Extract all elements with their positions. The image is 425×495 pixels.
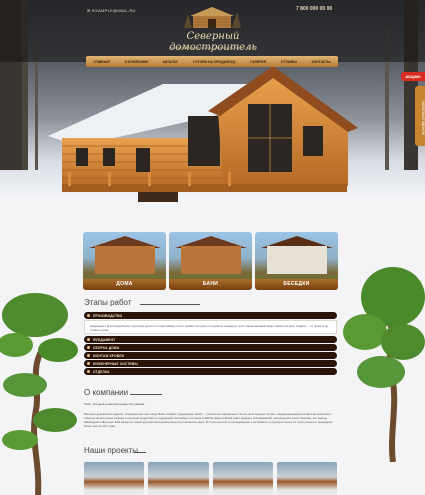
projects-gallery — [84, 462, 337, 495]
nav-item-catalog[interactable]: КАТАЛОГ — [163, 60, 179, 64]
bullet-icon — [87, 346, 90, 349]
email-link[interactable]: ✉ EXAMPLE@MAIL.RU — [87, 8, 136, 13]
stage-label: ИНЖЕНЕРНЫЕ СИСТЕМЫ — [93, 361, 138, 366]
project-card[interactable] — [212, 462, 273, 495]
tree-trunk — [35, 40, 38, 190]
promo-tab[interactable]: АКЦИИ! — [401, 72, 425, 81]
projects-heading: Наши проекты — [84, 446, 139, 455]
heading-underline — [130, 394, 162, 395]
stage-label: МОНТАЖ КРОВЛИ — [93, 353, 125, 358]
phone-number[interactable]: 7 800 000 00 00 — [296, 6, 332, 12]
callback-tab[interactable]: ОБРАТНЫЙ ЗВОНОК — [415, 86, 425, 146]
category-label: ДОМА — [83, 279, 166, 290]
category-card-saunas[interactable]: БАНИ — [169, 232, 252, 290]
stage-label: ФУНДАМЕНТ — [93, 337, 116, 342]
main-nav: ГЛАВНАЯ О КОМПАНИИ КАТАЛОГ ГОТОВО НА ПРО… — [86, 56, 338, 67]
stage-text: Надежный и всепогодный дом, в котором ую… — [90, 324, 329, 332]
nav-item-gallery[interactable]: ГАЛЕРЕЯ — [250, 60, 266, 64]
heading-underline — [134, 452, 146, 453]
nav-item-reviews[interactable]: ОТЗЫВЫ — [281, 60, 297, 64]
stages-heading: Этапы работ — [84, 298, 132, 307]
category-label: БАНИ — [169, 279, 252, 290]
stage-item-assembly[interactable]: СБОРКА ДОМА — [84, 344, 337, 351]
logo-house-icon — [184, 7, 241, 28]
stage-content: Надежный и всепогодный дом, в котором ую… — [84, 320, 337, 334]
logo-subtitle: ДЕРЕВЯННЫЕ ДОМА И БАНИ ИЗ СЕВЕРНОГО ЛЕСА — [171, 46, 255, 50]
about-lead: Текст, который в контакте радостно указа… — [84, 402, 145, 406]
about-text: Большое деревянное изделие, созданное во… — [84, 412, 333, 428]
bullet-icon — [87, 370, 90, 373]
bonsai-tree-image — [0, 293, 78, 495]
bullet-icon — [87, 338, 90, 341]
category-label: БЕСЕДКИ — [255, 279, 338, 290]
category-card-gazebos[interactable]: БЕСЕДКИ — [255, 232, 338, 290]
bonsai-tree-image — [343, 267, 425, 462]
bullet-icon — [87, 314, 90, 317]
stage-item-engineering[interactable]: ИНЖЕНЕРНЫЕ СИСТЕМЫ — [84, 360, 337, 367]
heading-underline — [140, 304, 200, 305]
stage-label: ОТДЕЛКА — [93, 369, 110, 374]
hero-banner: ✉ EXAMPLE@MAIL.RU 7 800 000 00 00 Северн… — [0, 0, 425, 215]
stages-accordion: ПРОИЗВОДСТВО Надежный и всепогодный дом,… — [84, 312, 337, 376]
project-card[interactable] — [148, 462, 209, 495]
nav-item-about[interactable]: О КОМПАНИИ — [125, 60, 148, 64]
about-heading: О компании — [84, 388, 129, 397]
bullet-icon — [87, 362, 90, 365]
nav-item-for-sale[interactable]: ГОТОВО НА ПРОДАЖУ(4) — [193, 60, 235, 64]
nav-item-contacts[interactable]: КОНТАКТЫ — [312, 60, 331, 64]
bullet-icon — [87, 354, 90, 357]
category-card-houses[interactable]: ДОМА — [83, 232, 166, 290]
house-body-shape — [267, 246, 327, 274]
nav-item-home[interactable]: ГЛАВНАЯ — [93, 60, 109, 64]
stage-item-finishing[interactable]: ОТДЕЛКА — [84, 368, 337, 375]
stage-label: СБОРКА ДОМА — [93, 345, 120, 350]
stage-label: ПРОИЗВОДСТВО — [93, 313, 123, 318]
project-card[interactable] — [276, 462, 337, 495]
log-house-image — [48, 66, 358, 202]
category-cards: ДОМА БАНИ БЕСЕДКИ — [83, 232, 338, 290]
stage-item-foundation[interactable]: ФУНДАМЕНТ — [84, 336, 337, 343]
stage-item-production[interactable]: ПРОИЗВОДСТВО — [84, 312, 337, 319]
project-card[interactable] — [84, 462, 145, 495]
stage-item-roofing[interactable]: МОНТАЖ КРОВЛИ — [84, 352, 337, 359]
house-body-shape — [95, 246, 155, 274]
house-body-shape — [181, 246, 241, 274]
